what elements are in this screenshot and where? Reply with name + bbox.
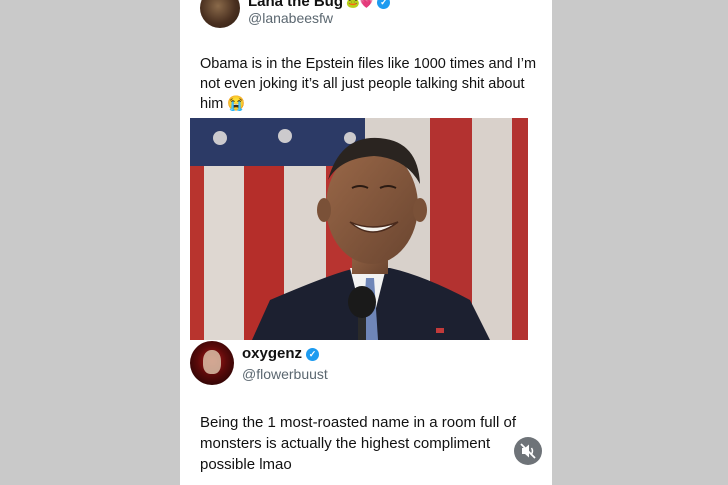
reply-author-name[interactable]: oxygenz bbox=[242, 345, 302, 362]
author-avatar[interactable] bbox=[200, 0, 240, 28]
reply-author-handle[interactable]: @flowerbuust bbox=[242, 366, 328, 382]
verified-badge-icon: ✓ bbox=[377, 0, 391, 9]
reply-avatar-face bbox=[203, 350, 221, 374]
post-card: Lana the Bug 🐸💗 ✓ @lanabeesfw Obama is in … bbox=[180, 0, 552, 485]
post-photo[interactable] bbox=[190, 118, 528, 340]
author-name-emojis: 🐸💗 bbox=[346, 0, 374, 9]
post-text: Obama is in the Epstein files like 1000 … bbox=[200, 56, 537, 112]
reply-text: Being the 1 most-roasted name in a room … bbox=[200, 414, 516, 473]
author-name-row[interactable]: Lana the Bug 🐸💗 ✓ bbox=[248, 0, 391, 10]
reply-author-name-row[interactable]: oxygenz ✓ bbox=[242, 345, 320, 362]
mute-button[interactable] bbox=[514, 437, 542, 465]
photo-illustration bbox=[190, 118, 528, 340]
author-name[interactable]: Lana the Bug bbox=[248, 0, 343, 10]
reply-author-avatar[interactable] bbox=[190, 341, 234, 385]
author-handle[interactable]: @lanabeesfw bbox=[248, 10, 333, 26]
verified-badge-icon: ✓ bbox=[306, 347, 320, 361]
speaker-muted-icon bbox=[520, 443, 536, 459]
